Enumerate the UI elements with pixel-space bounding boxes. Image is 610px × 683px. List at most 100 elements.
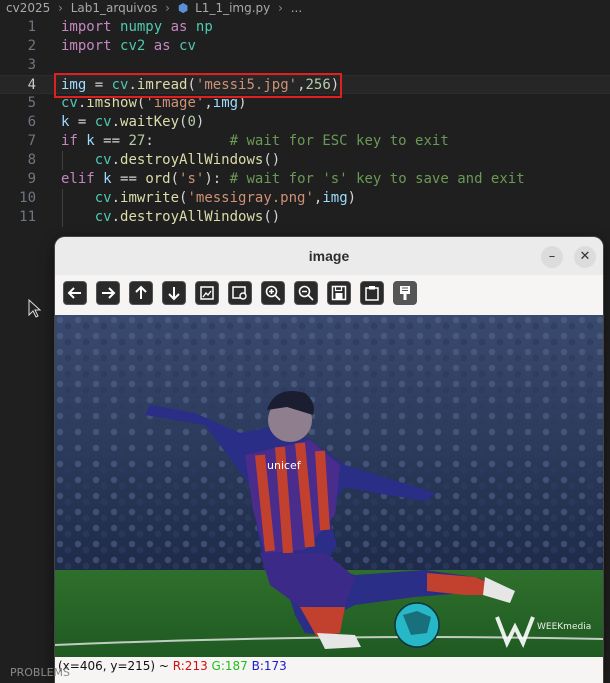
line-number: 11 — [19, 209, 36, 225]
indent-guide — [62, 151, 63, 170]
code-token: = — [69, 114, 95, 130]
code-token: cv — [94, 114, 112, 130]
code-token: img — [322, 190, 348, 206]
properties-icon[interactable] — [393, 281, 417, 305]
code-token: elif — [61, 171, 95, 187]
tab-problems[interactable]: PROBLEMS — [10, 663, 70, 683]
image-toolbar — [55, 275, 603, 315]
mouse-pointer-icon — [28, 299, 42, 318]
minimize-button[interactable]: – — [541, 246, 563, 268]
breadcrumb-item-file[interactable]: L1_1_img.py — [195, 1, 270, 15]
zoom-out-icon[interactable] — [294, 281, 318, 305]
code-token: k — [86, 133, 95, 149]
chevron-right-icon: › — [165, 1, 170, 15]
code-token: imwrite — [120, 190, 180, 206]
code-token: == — [111, 171, 146, 187]
code-token: ) — [347, 190, 357, 206]
zoom-original-icon[interactable] — [228, 281, 252, 305]
pan-right-icon[interactable] — [96, 281, 120, 305]
code-text[interactable]: if k == 27: # wait for ESC key to exit — [61, 132, 449, 151]
code-line[interactable]: 2 import cv2 as cv — [0, 37, 610, 56]
code-token: . — [111, 190, 121, 206]
code-token: np — [195, 19, 213, 35]
code-token: cv — [179, 38, 196, 54]
code-token: 's' — [179, 171, 205, 187]
code-line[interactable]: 8 cv.destroyAllWindows() — [0, 151, 610, 170]
breadcrumb-item-folder[interactable]: Lab1_arquivos — [71, 1, 158, 15]
zoom-fit-icon[interactable] — [195, 281, 219, 305]
code-line[interactable]: 1 import numpy as np — [0, 18, 610, 37]
code-text[interactable]: elif k == ord('s'): # wait for 's' key t… — [61, 170, 525, 189]
line-number: 9 — [27, 171, 36, 187]
pan-down-icon[interactable] — [162, 281, 186, 305]
line-number: 10 — [19, 190, 36, 206]
chevron-right-icon: › — [278, 1, 283, 15]
code-token: 27 — [128, 133, 146, 149]
code-token: numpy — [120, 19, 163, 35]
code-line[interactable]: 7 if k == 27: # wait for ESC key to exit — [0, 132, 610, 151]
code-line[interactable]: 6 k = cv.waitKey(0) — [0, 113, 610, 132]
code-token: as — [153, 38, 171, 54]
code-token: waitKey — [120, 114, 180, 130]
close-button[interactable]: ✕ — [574, 246, 596, 268]
code-token: import — [61, 38, 112, 54]
line-number: 7 — [27, 133, 36, 149]
code-line[interactable]: 10 cv.imwrite('messigray.png',img) — [0, 189, 610, 208]
line-number: 6 — [27, 114, 36, 130]
image-window[interactable]: image – ✕ unicef WEEKmedia (x=406, y=215… — [55, 237, 603, 683]
code-token: () — [263, 152, 281, 168]
code-token: cv2 — [120, 38, 146, 54]
highlight-box — [54, 73, 342, 98]
messi-photo: unicef WEEKmedia — [55, 315, 603, 657]
line-number: 1 — [27, 19, 36, 35]
jersey-text: unicef — [267, 459, 302, 472]
copy-clipboard-icon[interactable] — [360, 281, 384, 305]
code-token: ) — [195, 114, 205, 130]
code-token: # wait for 's' key to save and exit — [229, 171, 525, 187]
code-text[interactable]: cv.imwrite('messigray.png',img) — [61, 189, 356, 208]
code-token: () — [263, 209, 281, 225]
code-token: cv — [94, 152, 112, 168]
line-number: 3 — [27, 57, 36, 73]
code-token: . — [111, 209, 121, 225]
code-text[interactable]: cv.destroyAllWindows() — [61, 151, 280, 170]
code-line[interactable]: 11 cv.destroyAllWindows() — [0, 208, 610, 227]
chevron-right-icon: › — [58, 1, 63, 15]
window-title: image — [308, 248, 350, 264]
code-text[interactable]: k = cv.waitKey(0) — [61, 113, 204, 132]
code-token: ): — [204, 171, 230, 187]
code-text[interactable]: cv.destroyAllWindows() — [61, 208, 280, 227]
breadcrumb-item-root[interactable]: cv2025 — [6, 1, 50, 15]
zoom-in-icon[interactable] — [261, 281, 285, 305]
code-token: ( — [170, 171, 180, 187]
code-line[interactable]: 9 elif k == ord('s'): # wait for 's' key … — [0, 170, 610, 189]
code-token: ord — [145, 171, 171, 187]
code-text[interactable]: import cv2 as cv — [61, 37, 196, 56]
window-titlebar[interactable]: image – ✕ — [55, 237, 603, 275]
pan-left-icon[interactable] — [63, 281, 87, 305]
code-token: == — [94, 133, 129, 149]
line-number: 4 — [27, 77, 36, 93]
code-text[interactable]: import numpy as np — [61, 18, 213, 37]
pan-up-icon[interactable] — [129, 281, 153, 305]
displayed-image[interactable]: unicef WEEKmedia — [55, 315, 603, 657]
line-number: 8 — [27, 152, 36, 168]
python-file-icon: ⬢ — [177, 1, 189, 15]
breadcrumb: cv2025 › Lab1_arquivos › ⬢ L1_1_img.py ›… — [0, 0, 610, 16]
breadcrumb-item-more[interactable]: ... — [291, 1, 302, 15]
code-token: # wait for ESC key to exit — [229, 133, 449, 149]
code-token: 'messigray.png' — [187, 190, 314, 206]
line-number: 2 — [27, 38, 36, 54]
code-token: k — [103, 171, 112, 187]
code-token: if — [61, 133, 78, 149]
save-image-icon[interactable] — [327, 281, 351, 305]
